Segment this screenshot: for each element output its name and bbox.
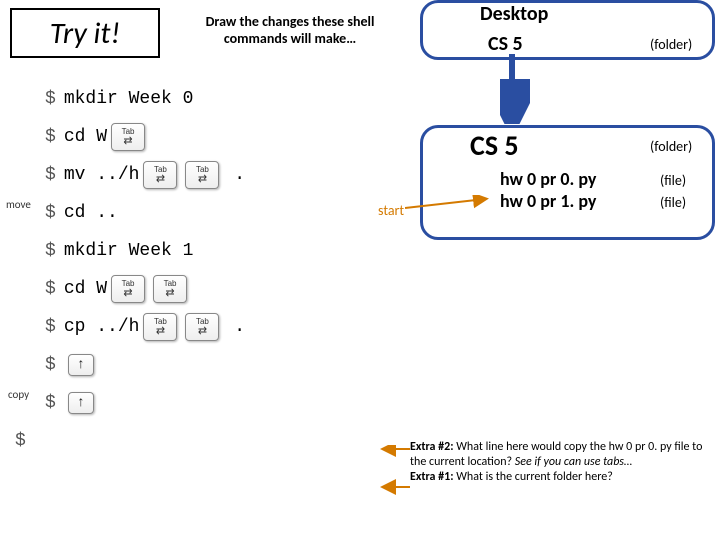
cmd-text: .: [223, 166, 245, 184]
prompt: $: [45, 166, 56, 184]
prompt: $: [45, 90, 56, 108]
start-label: start: [378, 202, 404, 219]
cmd-text: mv ../h: [64, 166, 140, 184]
up-key-icon: ↑: [68, 392, 94, 414]
copy-label: copy: [8, 388, 29, 401]
tab-key-icon: Tab ⇄: [111, 275, 145, 303]
file-tag: (file): [660, 194, 686, 211]
cmd-row: $ ↑: [45, 384, 245, 422]
move-label: move: [6, 198, 31, 211]
cmd-text: cd W: [64, 280, 107, 298]
tab-key-icon: Tab ⇄: [153, 275, 187, 303]
cmd-row: $ cp ../h Tab ⇄ Tab ⇄ .: [45, 308, 245, 346]
try-it-box: Try it!: [10, 8, 160, 58]
cmd-text: .: [223, 318, 245, 336]
cmd-text: mkdir Week 0: [64, 90, 194, 108]
prompt: $: [45, 242, 56, 260]
cmd-text: mkdir Week 1: [64, 242, 194, 260]
up-key-icon: ↑: [68, 354, 94, 376]
cmd-row: $ mv ../h Tab ⇄ Tab ⇄ .: [45, 156, 245, 194]
cmd-text: cd ..: [64, 204, 118, 222]
cs5-label-main: CS 5: [470, 128, 519, 163]
extra-1: Extra #1: What is the current folder her…: [410, 470, 710, 485]
command-list: $ mkdir Week 0 $ cd W Tab ⇄ $ mv ../h Ta…: [45, 80, 245, 460]
file-list: hw 0 pr 0. py hw 0 pr 1. py: [500, 168, 596, 212]
prompt: $: [45, 394, 56, 412]
prompt: $: [45, 204, 56, 222]
arrow-down-icon: [500, 54, 530, 124]
file-name: hw 0 pr 0. py: [500, 168, 596, 190]
cmd-row: $ mkdir Week 0: [45, 80, 245, 118]
prompt: $: [45, 280, 56, 298]
tab-key-icon: Tab ⇄: [143, 161, 177, 189]
cmd-row: $ mkdir Week 1: [45, 232, 245, 270]
cmd-text: cp ../h: [64, 318, 140, 336]
tab-key-icon: Tab ⇄: [143, 313, 177, 341]
cmd-row: $ cd ..: [45, 194, 245, 232]
tab-key-icon: Tab ⇄: [111, 123, 145, 151]
file-name: hw 0 pr 1. py: [500, 190, 596, 212]
folder-tag: (folder): [650, 138, 692, 155]
file-tag: (file): [660, 172, 686, 189]
extra-arrow-icon: [380, 445, 414, 495]
folder-tag: (folder): [650, 36, 692, 53]
cmd-text: cd W: [64, 128, 107, 146]
prompt: $: [45, 318, 56, 336]
cmd-row: $ cd W Tab ⇄: [45, 118, 245, 156]
cs5-label-top: CS 5: [488, 32, 523, 56]
extra-2: Extra #2: What line here would copy the …: [410, 440, 710, 470]
try-it-label: Try it!: [50, 15, 121, 52]
tab-key-icon: Tab ⇄: [185, 161, 219, 189]
prompt: $: [15, 432, 26, 450]
instructions-text: Draw the changes these shell commands wi…: [175, 14, 405, 48]
start-arrow-icon: [405, 195, 495, 215]
extras-block: Extra #2: What line here would copy the …: [410, 440, 710, 485]
cmd-row: $: [15, 422, 245, 460]
cmd-row: $ ↑: [45, 346, 245, 384]
prompt: $: [45, 128, 56, 146]
cmd-row: $ cd W Tab ⇄ Tab ⇄: [45, 270, 245, 308]
prompt: $: [45, 356, 56, 374]
desktop-label: Desktop: [480, 2, 548, 26]
tab-key-icon: Tab ⇄: [185, 313, 219, 341]
